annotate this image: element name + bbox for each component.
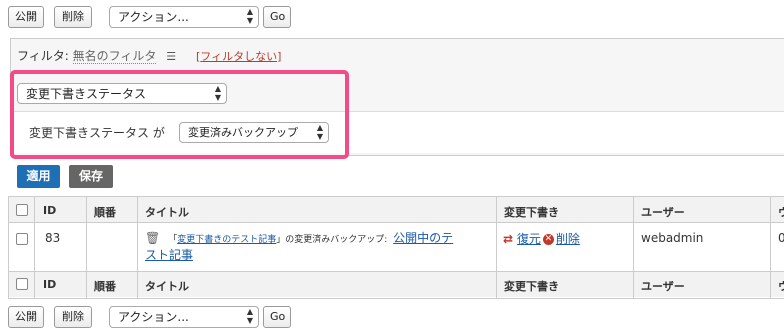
row-title-line2: スト記事 bbox=[145, 246, 193, 263]
filter-name[interactable]: 無名のフィルタ bbox=[72, 49, 157, 64]
filter-field-value: 変更下書きステータス bbox=[26, 87, 147, 101]
save-filter-button[interactable]: 保存 bbox=[69, 165, 113, 188]
publish-button[interactable]: 公開 bbox=[8, 6, 44, 28]
delete-icon[interactable]: ✕ bbox=[542, 234, 554, 245]
delete-button[interactable]: 削除 bbox=[54, 6, 92, 28]
select-arrows-icon: ▲ ▼ bbox=[246, 307, 253, 325]
header-draft[interactable]: 変更下書き bbox=[504, 204, 559, 220]
footer-extra[interactable]: ウ bbox=[778, 278, 784, 294]
filter-header: フィルタ: 無名のフィルタ ☰ bbox=[17, 47, 176, 64]
filter-value-select[interactable]: 変更済みバックアップ ▲ ▼ bbox=[179, 122, 329, 143]
header-id[interactable]: ID bbox=[43, 204, 56, 217]
header-extra[interactable]: ウ bbox=[778, 204, 784, 220]
bulk-action-select-bottom[interactable]: アクション... ▲ ▼ bbox=[109, 306, 259, 328]
select-all-checkbox[interactable] bbox=[16, 204, 28, 216]
footer-order[interactable]: 順番 bbox=[94, 278, 116, 294]
footer-draft[interactable]: 変更下書き bbox=[504, 278, 559, 294]
column-divider bbox=[770, 197, 771, 298]
filter-condition-text: 変更下書きステータス が bbox=[29, 124, 165, 141]
filter-condition-label: 変更下書きステータス bbox=[29, 126, 150, 140]
column-divider bbox=[86, 197, 87, 298]
restore-icon[interactable]: ⇄ bbox=[503, 232, 513, 246]
bulk-action-select-bottom-value: アクション... bbox=[118, 310, 189, 324]
select-arrows-icon: ▲ ▼ bbox=[246, 7, 253, 25]
published-title-link-line2[interactable]: スト記事 bbox=[145, 248, 193, 262]
filter-label: フィルタ: bbox=[17, 49, 69, 63]
column-divider bbox=[633, 197, 634, 298]
apply-filter-button[interactable]: 適用 bbox=[17, 165, 60, 188]
row-draft-actions: ⇄ 復元 ✕ 削除 bbox=[503, 230, 580, 247]
header-user[interactable]: ユーザー bbox=[641, 204, 685, 220]
header-title[interactable]: タイトル bbox=[145, 204, 189, 220]
publish-button-bottom[interactable]: 公開 bbox=[8, 306, 44, 328]
no-filter-label: フィルタしない bbox=[200, 50, 278, 63]
column-divider bbox=[137, 197, 138, 298]
footer-id[interactable]: ID bbox=[43, 278, 56, 291]
row-id: 83 bbox=[45, 231, 61, 245]
select-arrows-icon: ▲ ▼ bbox=[316, 123, 323, 141]
go-button-bottom[interactable]: Go bbox=[263, 306, 291, 328]
filter-field-select[interactable]: 変更下書きステータス ▲ ▼ bbox=[17, 83, 227, 104]
delete-button-bottom[interactable]: 削除 bbox=[54, 306, 92, 328]
row-title: 🗑 「変更下書きのテスト記事」の変更済みバックアップ: 公開中のテ bbox=[145, 230, 490, 249]
bulk-action-select-value: アクション... bbox=[118, 10, 189, 24]
draft-title-link[interactable]: 変更下書きのテスト記事 bbox=[177, 235, 276, 245]
filter-value: 変更済みバックアップ bbox=[188, 126, 298, 139]
column-divider bbox=[34, 197, 35, 298]
published-title-link[interactable]: 公開中のテ bbox=[393, 231, 453, 245]
select-all-checkbox-bottom[interactable] bbox=[16, 278, 28, 290]
title-prefix: 「 bbox=[168, 235, 178, 245]
row-user: webadmin bbox=[641, 231, 704, 245]
row-extra: 0 bbox=[778, 231, 784, 245]
list-icon[interactable]: ☰ bbox=[166, 50, 176, 63]
footer-title[interactable]: タイトル bbox=[145, 278, 189, 294]
title-suffix: 」の変更済みバックアップ: bbox=[276, 235, 388, 245]
filter-condition-particle: が bbox=[152, 126, 165, 140]
go-button[interactable]: Go bbox=[263, 6, 291, 28]
delete-draft-link[interactable]: 削除 bbox=[556, 232, 580, 246]
column-divider bbox=[496, 197, 497, 298]
bulk-action-select[interactable]: アクション... ▲ ▼ bbox=[109, 6, 259, 28]
select-arrows-icon: ▲ ▼ bbox=[214, 84, 221, 102]
header-order[interactable]: 順番 bbox=[94, 204, 116, 220]
footer-user[interactable]: ユーザー bbox=[641, 278, 685, 294]
trash-icon[interactable]: 🗑 bbox=[145, 231, 160, 245]
restore-link[interactable]: 復元 bbox=[517, 232, 541, 246]
row-checkbox[interactable] bbox=[16, 233, 28, 245]
no-filter-link[interactable]: [フィルタしない] bbox=[196, 48, 281, 64]
